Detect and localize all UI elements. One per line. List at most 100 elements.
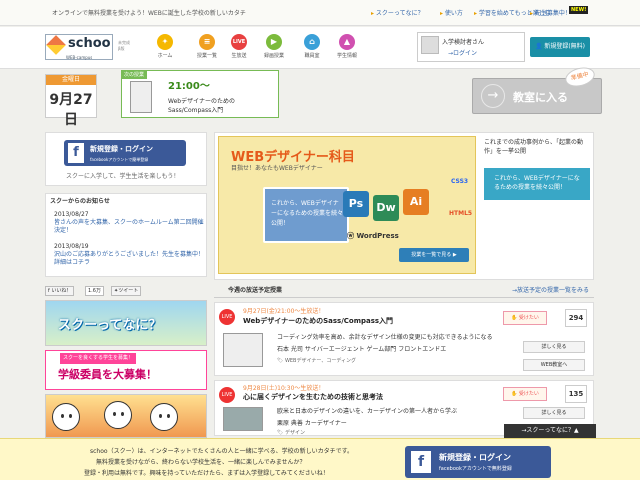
- footer-line3: 登録・利用は無料です。興味を持っていただけたら、まずは入学登録してみてくださいね…: [84, 470, 329, 477]
- logo[interactable]: schoo WEB-campus: [45, 34, 113, 60]
- notice-link[interactable]: 沢山のご応募ありがとうございました！先生を募集中！詳細はコチラ: [54, 251, 204, 267]
- live-badge-icon: LIVE: [219, 387, 235, 403]
- enter-classroom-button[interactable]: → 教室に入る 準備中: [472, 64, 602, 114]
- attend-count: 294: [565, 309, 587, 327]
- row-title[interactable]: WebデザイナーのためのSass/Compass入門: [243, 317, 393, 326]
- banner-characters[interactable]: [45, 394, 207, 438]
- row-tags: 🏷 WEBデザイナー、コーディング: [277, 357, 356, 366]
- row-description: 欧米と日本のデザインの違いを、カーデザインの第一人者から学ぶ: [277, 408, 458, 415]
- row-time: 9月27日(金)21:00〜生放送！: [243, 308, 325, 315]
- cat-character-icon: [52, 403, 80, 431]
- class-thumbnail: [223, 407, 263, 431]
- illustrator-icon: Ai: [403, 189, 429, 215]
- feature-banner[interactable]: WEBデザイナー科目 目指せ！あなたもWEBデザイナー これから、WEBデザイナ…: [218, 136, 476, 274]
- lightbulb-icon: ✦: [157, 34, 173, 50]
- fb-caption: スクーに入学して、学生生活を楽しもう！: [66, 173, 180, 180]
- nav-label: ホーム: [157, 53, 173, 59]
- graduation-icon: ▲: [339, 34, 355, 50]
- html5-icon: HTML5: [449, 210, 473, 217]
- footer-facebook-button[interactable]: f 新規登録・ログイン facebookアカウントで無料登録: [405, 446, 551, 478]
- want-to-attend-button[interactable]: ✋ 受けたい: [503, 387, 547, 401]
- nav-live[interactable]: LIVE 生放送: [225, 34, 253, 59]
- signup-button[interactable]: 👤 新規登録(無料): [530, 37, 590, 57]
- row-title[interactable]: 心に届くデザインを生むための技術と思考法: [243, 393, 383, 402]
- feature-subtitle: 目指せ！あなたもWEBデザイナー: [231, 165, 323, 172]
- date-value: 9月27日: [49, 92, 93, 128]
- footer-line2: 無料授業を受けながら、終わらない学校生活を、一緒に楽しんでみませんか？: [96, 459, 306, 466]
- facebook-icon: f: [68, 143, 84, 163]
- notice-link[interactable]: 皆さんの声を大募集、スクーのホームルーム第二回開催決定！: [54, 219, 204, 235]
- notice-date: 2013/08/19: [54, 243, 89, 250]
- nav-students[interactable]: ▲ 学生情報: [333, 34, 361, 59]
- footer-btn-line1: 新規登録・ログイン: [439, 453, 511, 462]
- facebook-login-box: f 新規登録・ログイン facebookアカウントで簡単登録 スクーに入学して、…: [45, 132, 207, 186]
- wordpress-logo: ⓦ WordPress: [347, 232, 399, 240]
- css3-icon: CSS3: [451, 178, 469, 185]
- live-badge-icon: LIVE: [219, 309, 235, 325]
- banner-recruit[interactable]: スクーを良くする学生を募集！ 学級委員を大募集！: [45, 350, 207, 390]
- about-floating-button[interactable]: →スクーってなに？▲: [504, 424, 596, 438]
- monitor-text: これから、WEBデザイナーになるための授業を続々公開！: [271, 200, 344, 227]
- view-classes-button[interactable]: 授業を一覧で見る ▶: [399, 248, 469, 262]
- link-howto[interactable]: 使い方: [440, 9, 463, 18]
- logo-mark-icon: [46, 35, 66, 55]
- signup-label: 新規登録(無料): [544, 43, 586, 50]
- details-button[interactable]: 詳しく見る: [523, 407, 585, 419]
- beta-label: 未完成β版: [118, 40, 130, 51]
- banner-recruit-small: スクーを良くする学生を募集！: [60, 353, 137, 364]
- tag-icon: 🏷: [277, 430, 285, 436]
- new-badge: NEW!: [569, 6, 589, 14]
- tagline: オンラインで無料授業を受けよう！WEBに誕生した学校の新しいカタチ: [52, 10, 246, 17]
- tag-icon: 🏷: [277, 358, 285, 364]
- link-teacher-recruit[interactable]: 先生募集中！: [530, 9, 571, 18]
- notice-date: 2013/08/27: [54, 211, 89, 218]
- banner-about[interactable]: スクーってなに？: [45, 300, 207, 346]
- side-highlight[interactable]: これから、WEBデザイナーになるための授業を続々公開！: [484, 168, 590, 200]
- nav-recorded[interactable]: ▶ 録画授業: [260, 34, 288, 59]
- schedule-more-link[interactable]: →放送予定の授業一覧をみる: [512, 286, 589, 295]
- like-count: 1.6万: [85, 286, 104, 296]
- like-button[interactable]: f いいね！: [45, 286, 75, 296]
- teacher-illustration: [130, 81, 152, 113]
- notice-title: スクーからのお知らせ: [50, 198, 110, 205]
- next-class-card[interactable]: 次の授業 21:00〜 WebデザイナーのためのSass/Compass入門: [121, 70, 279, 118]
- date-box: 金曜日 9月27日: [45, 74, 97, 128]
- hand-icon: ✋: [511, 315, 519, 321]
- logo-subtitle: WEB-campus: [66, 55, 93, 60]
- footer-line1: schoo（スクー）は、インターネットでたくさんの人と一緒に学べる、学校の新しい…: [90, 448, 353, 455]
- row-description: コーディング効率を高め、余計なデザイン仕様の変更にも対応できるようになる: [277, 334, 493, 341]
- feature-title: WEBデザイナー科目: [231, 150, 355, 165]
- photoshop-icon: Ps: [343, 191, 369, 217]
- tweet-button[interactable]: ✦ツイート: [111, 286, 142, 296]
- fb-line1: 新規登録・ログイン: [90, 145, 153, 153]
- reserve-button[interactable]: WEB教室へ: [523, 359, 585, 371]
- login-link[interactable]: →ログイン: [448, 49, 477, 58]
- side-text[interactable]: これまでの成功事例から、「起業の動作」を一挙公開: [484, 138, 590, 156]
- attend-count: 135: [565, 385, 587, 403]
- want-to-attend-button[interactable]: ✋ 受けたい: [503, 311, 547, 325]
- user-icon: 👤: [534, 43, 545, 50]
- live-icon: LIVE: [231, 34, 247, 50]
- next-class-time: 21:00〜: [168, 82, 210, 91]
- notice-box: スクーからのお知らせ 2013/08/27 皆さんの声を大募集、スクーのホームル…: [45, 193, 207, 277]
- nav-home[interactable]: ✦ ホーム: [151, 34, 179, 59]
- link-about[interactable]: スクーってなに？: [371, 9, 424, 18]
- fav-label: 受けたい: [518, 315, 539, 321]
- user-box: 入学検討者さん →ログイン: [417, 32, 525, 62]
- dreamweaver-icon: Dw: [373, 195, 399, 221]
- hand-icon: ✋: [511, 391, 519, 397]
- facebook-login-button[interactable]: f 新規登録・ログイン facebookアカウントで簡単登録: [64, 140, 186, 166]
- details-button[interactable]: 詳しく見る: [523, 341, 585, 353]
- list-icon: ≡: [199, 34, 215, 50]
- schedule-title: 今週の放送予定授業: [228, 287, 283, 294]
- nav-label: 生放送: [231, 53, 247, 59]
- row-teacher: 石本 光司 サイバーエージェント ゲーム部門 フロントエンドエ: [277, 346, 447, 353]
- nav-classes[interactable]: ≡ 授業一覧: [193, 34, 221, 59]
- row-time: 9月28日(土)10:30〜生放送！: [243, 385, 325, 392]
- nav-staffroom[interactable]: ⌂ 職員室: [298, 34, 326, 59]
- schedule-row[interactable]: LIVE 9月27日(金)21:00〜生放送！ WebデザイナーのためのSass…: [214, 302, 594, 376]
- banner-recruit-text: 学級委員を大募集！: [58, 368, 157, 381]
- fb-line2: facebookアカウントで簡単登録: [90, 157, 149, 162]
- monitor-illustration: これから、WEBデザイナーになるための授業を続々公開！: [263, 187, 349, 243]
- wordpress-label: WordPress: [356, 232, 399, 240]
